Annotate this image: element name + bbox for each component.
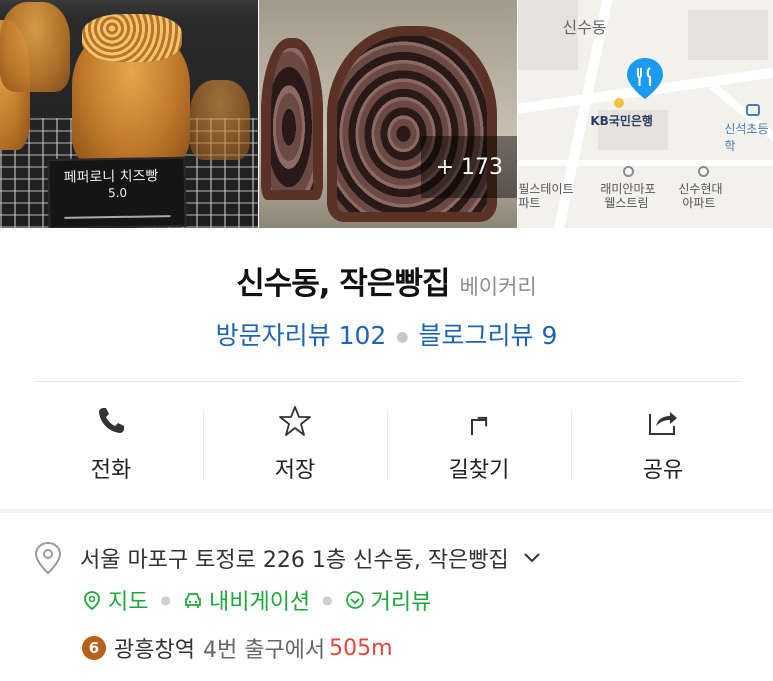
directions-button[interactable]: 길찾기 (387, 398, 571, 488)
link-separator: ● (322, 593, 333, 607)
address-text: 서울 마포구 토정로 226 1층 신수동, 작은빵집 (80, 548, 509, 573)
navigation-link[interactable]: 내비게이션 (183, 584, 310, 616)
review-row: 방문자리뷰 102 ● 블로그리뷰 9 (0, 316, 773, 352)
station-name: 광흥창역 (114, 638, 195, 663)
share-button[interactable]: 공유 (571, 398, 755, 488)
phone-icon (99, 408, 124, 433)
place-name: 신수동, 작은빵집 (236, 266, 450, 302)
loaf-back (0, 2, 70, 92)
call-button[interactable]: 전화 (19, 398, 203, 488)
sign-text-line2: 5.0 (107, 185, 128, 201)
poi-circle-icon (623, 166, 635, 177)
navigation-link-label: 내비게이션 (208, 590, 311, 615)
map-link[interactable]: 지도 (82, 584, 148, 616)
map-area-label: 신수동 (562, 18, 607, 37)
chevron-down-icon[interactable] (521, 547, 543, 569)
map-bank-label: KB국민은행 (590, 114, 653, 128)
divider (34, 381, 742, 382)
car-icon (185, 593, 201, 608)
subway-row: 6 광흥창역 4번 출구에서 505m (82, 632, 393, 664)
street-view-icon (345, 591, 364, 609)
street-view-link-label: 거리뷰 (370, 590, 432, 615)
place-category: 베이커리 (459, 275, 537, 299)
link-separator: ● (160, 593, 171, 607)
distance-text: 505m (329, 635, 393, 661)
visitor-reviews-link[interactable]: 방문자리뷰 102 (216, 321, 387, 350)
map-thumbnail[interactable]: 신수동 KB국민은행 신석초등학 필스테이트 파트 래미안마포 웰스트림 신수현… (518, 0, 773, 228)
street-view-link[interactable]: 거리뷰 (345, 584, 432, 616)
swirl-bread-photo[interactable]: + 173 (258, 0, 518, 228)
exit-text: 4번 출구에서 (202, 638, 326, 663)
directions-label: 길찾기 (448, 458, 510, 483)
poi-right-line1: 신수현대 (678, 182, 723, 196)
share-label: 공유 (642, 458, 684, 483)
blog-reviews-link[interactable]: 블로그리뷰 9 (419, 321, 558, 350)
photo-strip[interactable]: 페퍼로니 치즈빵 5.0 + 173 신수동 KB국민은행 신석초등학 필스테이… (0, 0, 773, 228)
action-bar: 전화 저장 길찾기 공유 (19, 398, 755, 488)
sign-text-line1: 페퍼로니 치즈빵 (63, 168, 159, 186)
bread-crust-left (260, 38, 323, 200)
bread-rack-photo[interactable]: 페퍼로니 치즈빵 5.0 (0, 0, 258, 228)
map-pin-icon (627, 58, 663, 99)
poi-mid-line2: 웰스트림 (604, 196, 649, 210)
loaf-bag (190, 80, 250, 160)
map-road (518, 160, 773, 166)
more-photos-badge[interactable]: + 173 (421, 136, 518, 198)
directions-icon (471, 416, 488, 435)
poi-right-line2: 아파트 (682, 196, 716, 210)
map-links-row: 지도 ● 내비게이션 ● 거리뷰 (82, 584, 431, 616)
section-divider (0, 509, 773, 513)
school-icon (746, 104, 761, 116)
subway-line-badge: 6 (82, 636, 106, 660)
address-row[interactable]: 서울 마포구 토정로 226 1층 신수동, 작은빵집 (34, 538, 739, 578)
share-icon (649, 412, 677, 435)
price-sign: 페퍼로니 치즈빵 5.0 (47, 156, 187, 228)
poi-mid-line1: 래미안마포 (600, 182, 656, 196)
map-link-label: 지도 (108, 590, 149, 615)
sign-scribble (64, 215, 171, 219)
poi-circle-icon (698, 166, 710, 177)
place-title-row: 신수동, 작은빵집 베이커리 (0, 258, 773, 303)
map-pin-small-icon (84, 591, 100, 610)
save-button[interactable]: 저장 (203, 398, 387, 488)
review-separator: ● (396, 329, 409, 345)
poi-left-line1: 필스테이트 (518, 182, 574, 196)
save-label: 저장 (274, 458, 316, 483)
loaf-topping (82, 14, 182, 62)
star-icon (279, 406, 311, 436)
call-label: 전화 (90, 458, 132, 483)
map-block (688, 10, 769, 60)
location-pin-icon (34, 541, 62, 575)
poi-left-line2: 파트 (518, 196, 541, 210)
map-school-label: 신석초등학 (724, 122, 769, 153)
